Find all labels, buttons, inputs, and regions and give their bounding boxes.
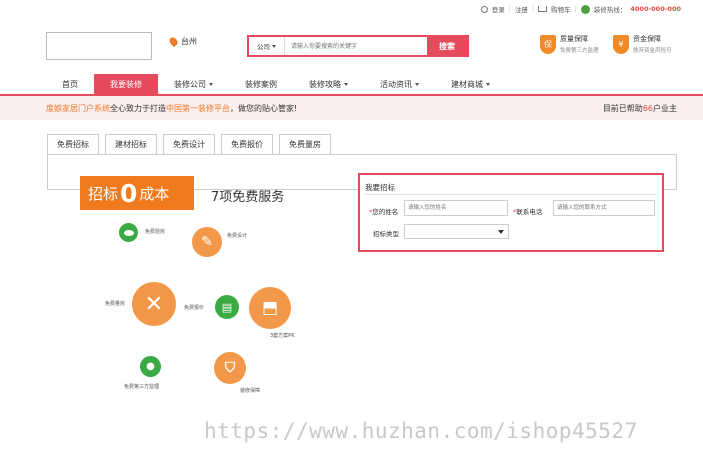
login-link[interactable]: 登录 <box>492 4 505 14</box>
guarantee-title: 质量保障 <box>560 35 588 43</box>
city-selector[interactable]: 台州 <box>167 35 197 48</box>
phone-input[interactable] <box>553 200 655 216</box>
city-name: 台州 <box>181 37 197 46</box>
chevron-down-icon <box>272 44 276 48</box>
helped-count: 66 <box>642 104 653 113</box>
nav-item-guides[interactable]: 装修攻略 <box>293 74 364 94</box>
slogan-text: 度娘家居门户系统全心致力于打造中国第一装修平台，做您的贴心管家! <box>46 103 297 114</box>
pencil-icon: ✎ <box>192 227 222 257</box>
top-links: 登录 | 注册 | 购物车 | 装修热线： 4000-000-000 <box>480 4 681 14</box>
site-logo[interactable] <box>46 32 152 60</box>
helped-count-text: 目前已帮助66户业主 <box>603 103 677 114</box>
nav-item-decorate[interactable]: 我要装修 <box>94 74 158 94</box>
nav-label: 装修案例 <box>245 79 277 89</box>
bidding-type-select[interactable] <box>404 224 509 239</box>
search-category-value: 公司 <box>257 43 270 51</box>
tab-free-measure[interactable]: 免费量房 <box>279 134 331 154</box>
nav-item-cases[interactable]: 装修案例 <box>229 74 293 94</box>
search-input[interactable] <box>285 37 427 55</box>
ruler-icon: ✕ <box>132 282 176 326</box>
badge-post: 成本 <box>139 184 170 203</box>
slogan-middle: 全心致力于打造 <box>110 104 166 113</box>
watermark: https://www.huzhan.com/ishop45527 <box>204 419 638 443</box>
service-label: 免费设计 <box>227 233 248 239</box>
slogan-brand: 度娘家居门户系统 <box>46 104 110 113</box>
shield-icon: 保 <box>540 34 556 54</box>
search-bar: 公司 搜索 <box>247 35 469 57</box>
chevron-down-icon <box>486 82 490 86</box>
cart-link[interactable]: 购物车 <box>551 4 571 14</box>
service-label: 免费量房 <box>105 301 126 307</box>
nav-item-mall[interactable]: 建材商城 <box>435 74 506 94</box>
nav-item-home[interactable]: 首页 <box>46 74 94 94</box>
quality-guarantee[interactable]: 保 质量保障 免费第三方监理 <box>540 34 599 54</box>
chevron-down-icon <box>415 82 419 86</box>
name-label-text: 您的姓名 <box>372 208 399 216</box>
main-nav: 首页 我要装修 装修公司 装修案例 装修攻略 活动资讯 建材商城 <box>46 74 506 94</box>
plan-icon: ⬒ <box>249 287 291 329</box>
nav-label: 装修攻略 <box>309 79 341 89</box>
helped-suffix: 户业主 <box>653 104 677 113</box>
nav-label: 活动资讯 <box>380 79 412 89</box>
helped-prefix: 目前已帮助 <box>602 104 643 113</box>
slogan-tail: ，做您的贴心管家! <box>230 104 298 113</box>
guarantee-subtitle: 放弃资金风险可 <box>633 48 672 54</box>
location-pin-icon <box>167 35 180 48</box>
nav-item-companies[interactable]: 装修公司 <box>158 74 229 94</box>
nav-item-news[interactable]: 活动资讯 <box>364 74 435 94</box>
service-label: 免费验房 <box>145 229 166 235</box>
tab-material-bidding[interactable]: 建材招标 <box>105 134 157 154</box>
divider: | <box>508 5 511 13</box>
divider: | <box>531 5 535 13</box>
tab-free-quote[interactable]: 免费报价 <box>221 134 273 154</box>
bidding-form: 我要招标 *您的姓名 *联系电话 招标类型 <box>358 173 664 252</box>
service-tabs: 免费招标 建材招标 免费设计 免费报价 免费量房 <box>47 134 331 154</box>
chevron-down-icon <box>498 229 504 234</box>
chevron-down-icon <box>209 82 213 86</box>
cart-icon <box>538 6 548 12</box>
tab-free-design[interactable]: 免费设计 <box>163 134 215 154</box>
divider: | <box>574 5 577 13</box>
nav-label: 建材商城 <box>451 79 483 89</box>
helmet-icon: ● <box>140 356 161 377</box>
chevron-down-icon <box>344 82 348 86</box>
document-icon: ▤ <box>215 295 239 319</box>
eye-icon <box>119 223 138 242</box>
name-label: *您的姓名 <box>369 206 398 216</box>
user-icon <box>480 5 488 13</box>
phone-label-text: 联系电话 <box>516 208 543 216</box>
type-label: 招标类型 <box>373 230 399 238</box>
guarantee-title: 资金保障 <box>633 35 661 43</box>
guarantee-subtitle: 免费第三方监理 <box>560 48 599 54</box>
funds-guarantee[interactable]: ¥ 资金保障 放弃资金风险可 <box>613 34 672 54</box>
promo-badge: 招标 0 成本 <box>80 176 194 210</box>
nav-label: 我要装修 <box>110 79 142 89</box>
tab-free-bidding[interactable]: 免费招标 <box>47 134 99 154</box>
service-label: 3套方案PK <box>270 333 295 339</box>
badge-zero: 0 <box>120 178 138 208</box>
nav-label: 装修公司 <box>174 79 206 89</box>
hotline-label: 装修热线： <box>593 6 627 14</box>
shield-icon: ¥ <box>613 34 629 54</box>
phone-label: *联系电话 <box>513 206 542 216</box>
service-label: 免费报价 <box>184 305 205 311</box>
search-category-select[interactable]: 公司 <box>249 37 285 55</box>
name-input[interactable] <box>404 200 508 216</box>
phone-icon <box>580 4 590 14</box>
nav-label: 首页 <box>62 79 78 89</box>
register-link[interactable]: 注册 <box>515 4 528 14</box>
promo-headline: 7项免费服务 <box>211 190 285 205</box>
service-label: 免费第三方监理 <box>124 384 160 390</box>
top-bar: 登录 | 注册 | 购物车 | 装修热线： 4000-000-000 <box>0 0 703 20</box>
badge-pre: 招标 <box>88 184 119 203</box>
hotline-number: 4000-000-000 <box>630 5 681 13</box>
service-label: 装修保障 <box>240 388 261 394</box>
form-divider <box>365 194 657 195</box>
form-title: 我要招标 <box>365 183 395 192</box>
slogan-highlight: 中国第一装修平台 <box>166 104 230 113</box>
shield-icon: ⛉ <box>214 352 246 384</box>
search-button[interactable]: 搜索 <box>427 37 467 55</box>
